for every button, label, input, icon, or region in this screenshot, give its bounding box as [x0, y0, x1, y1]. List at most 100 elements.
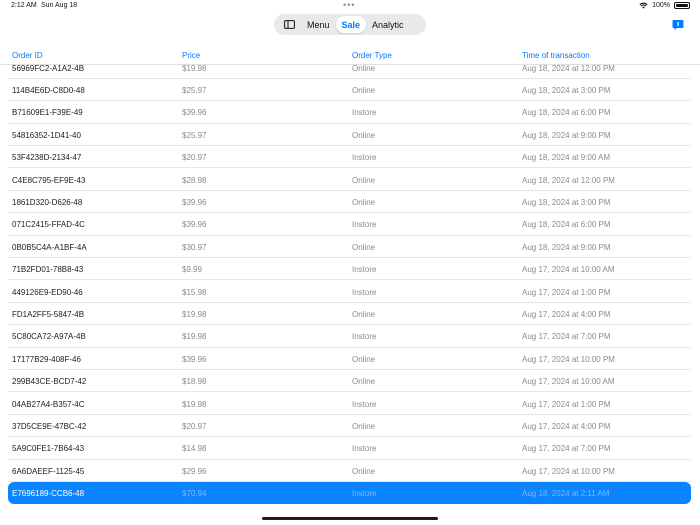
cell-price: $20.97 [182, 153, 207, 163]
table-row-selected[interactable]: E7696189-CCB6-48 $70.94 Instore Aug 18, 202… [8, 482, 691, 505]
cell-price: $18.98 [182, 377, 207, 387]
cell-order-type: Instore [352, 332, 377, 342]
chat-button[interactable] [672, 18, 684, 30]
cell-order-id: FD1A2FF5-5847-4B [12, 309, 85, 319]
cell-order-type: Online [352, 197, 376, 207]
cell-price: $30.97 [182, 242, 207, 252]
wifi-icon [639, 2, 648, 9]
cell-order-type: Instore [352, 265, 377, 275]
cell-order-type: Instore [352, 220, 377, 230]
status-time: 2:12 AM [11, 2, 37, 9]
cell-order-type: Online [352, 85, 376, 95]
cell-price: $28.98 [182, 175, 207, 185]
sidebar-toggle-button[interactable] [277, 16, 301, 33]
cell-time: Aug 17, 2024 at 10:00 PM [522, 354, 615, 364]
cell-time: Aug 18, 2024 at 3:00 PM [522, 85, 611, 95]
cell-price: $39.96 [182, 197, 207, 207]
cell-time: Aug 18, 2024 at 9:00 PM [522, 242, 611, 252]
tab-menu[interactable]: Menu [301, 16, 336, 33]
cell-price: $15.98 [182, 287, 207, 297]
battery-percent: 100% [652, 2, 670, 9]
cell-price: $39.96 [182, 354, 207, 364]
table-row[interactable]: 0B0B5C4A-A1BF-4A $30.97 Online Aug 18, 2024… [8, 236, 691, 259]
cell-order-type: Instore [352, 287, 377, 297]
cell-time: Aug 18, 2024 at 12:00 PM [522, 175, 615, 185]
cell-time: Aug 17, 2024 at 1:00 PM [522, 287, 611, 297]
cell-time: Aug 17, 2024 at 10:00 PM [522, 466, 615, 476]
table-row[interactable]: 53F4238D-2134-47 $20.97 Instore Aug 18, 202… [8, 146, 691, 169]
status-right: 100% [639, 2, 690, 9]
cell-time: Aug 18, 2024 at 9:00 AM [522, 153, 611, 163]
cell-time: Aug 17, 2024 at 1:00 PM [522, 399, 611, 409]
sidebar-icon [283, 20, 295, 29]
table-row[interactable]: C4E8C795-EF9E-43 $28.98 Online Aug 18, 2024… [8, 169, 691, 191]
multitasking-dots-icon[interactable]: ••• [343, 0, 355, 10]
table-row[interactable]: 5C80CA72-A97A-4B $19.98 Instore Aug 17, 202… [8, 325, 691, 348]
cell-price: $19.98 [182, 63, 207, 73]
cell-order-id: 17177B29-408F-46 [12, 354, 81, 364]
cell-order-id: 71B2FD01-78B8-43 [12, 265, 84, 275]
cell-order-id: E7696189-CCB6-48 [12, 489, 85, 499]
cell-order-type: Instore [352, 108, 377, 118]
cell-price: $19.98 [182, 399, 207, 409]
cell-order-id: B71609E1-F39E-49 [12, 108, 83, 118]
table-row[interactable]: 17177B29-408F-46 $39.96 Online Aug 17, 2024… [8, 348, 691, 371]
cell-order-type: Online [352, 130, 376, 140]
cell-order-id: 5C80CA72-A97A-4B [12, 332, 86, 342]
cell-order-type: Online [352, 175, 376, 185]
cell-order-id: C4E8C795-EF9E-43 [12, 175, 86, 185]
cell-order-id: 53F4238D-2134-47 [12, 153, 82, 163]
cell-order-id: 04AB27A4-B357-4C [12, 399, 85, 409]
table-row[interactable]: 071C2415-FFAD-4C $39.96 Instore Aug 18, 202… [8, 213, 691, 236]
cell-order-id: 56969FC2-A1A2-4B [12, 63, 85, 73]
cell-order-type: Online [352, 354, 376, 364]
table-row[interactable]: 04AB27A4-B357-4C $19.98 Instore Aug 17, 202… [8, 393, 691, 415]
table-row[interactable]: 6A6DAEEF-1125-45 $29.96 Online Aug 17, 2024… [8, 460, 691, 483]
view-switcher: Menu Sale Analytic [274, 14, 426, 35]
cell-order-id: 5A9C0FE1-7B64-43 [12, 444, 85, 454]
table-row[interactable]: 449126E9-ED90-46 $15.98 Instore Aug 17, 202… [8, 281, 691, 303]
cell-order-type: Online [352, 466, 376, 476]
cell-order-id: 0B0B5C4A-A1BF-4A [12, 242, 87, 252]
cell-price: $19.98 [182, 332, 207, 342]
cell-order-type: Online [352, 309, 376, 319]
cell-time: Aug 17, 2024 at 4:00 PM [522, 421, 611, 431]
table-row[interactable]: 56969FC2-A1A2-4B $19.98 Online Aug 18, 2024… [8, 58, 691, 79]
orders-table: 56969FC2-A1A2-4B $19.98 Online Aug 18, 2024… [0, 58, 700, 509]
cell-order-type: Online [352, 242, 376, 252]
cell-price: $39.96 [182, 108, 207, 118]
cell-order-id: 37D5CE9E-47BC-42 [12, 421, 87, 431]
cell-time: Aug 17, 2024 at 10:00 AM [522, 377, 615, 387]
cell-order-type: Online [352, 63, 376, 73]
cell-order-id: 1861D320-D626-48 [12, 197, 83, 207]
cell-price: $39.96 [182, 220, 207, 230]
cell-time: Aug 17, 2024 at 7:00 PM [522, 444, 611, 454]
cell-time: Aug 18, 2024 at 6:00 PM [522, 108, 611, 118]
cell-price: $20.97 [182, 421, 207, 431]
cell-order-id: 299B43CE-BCD7-42 [12, 377, 87, 387]
cell-time: Aug 18, 2024 at 9:00 PM [522, 130, 611, 140]
table-row[interactable]: 5A9C0FE1-7B64-43 $14.98 Instore Aug 17, 202… [8, 437, 691, 460]
cell-price: $25.97 [182, 85, 207, 95]
table-row[interactable]: 114B4E6D-C8D0-48 $25.97 Online Aug 18, 2024… [8, 79, 691, 102]
status-date: Sun Aug 18 [41, 2, 78, 9]
cell-time: Aug 17, 2024 at 7:00 PM [522, 332, 611, 342]
cell-order-id: 071C2415-FFAD-4C [12, 220, 85, 230]
table-row[interactable]: B71609E1-F39E-49 $39.96 Instore Aug 18, 202… [8, 101, 691, 124]
home-indicator[interactable] [262, 517, 438, 520]
cell-order-type: Instore [352, 489, 377, 499]
tab-sale[interactable]: Sale [335, 16, 367, 33]
table-row[interactable]: 71B2FD01-78B8-43 $9.99 Instore Aug 17, 2024… [8, 258, 691, 281]
table-row[interactable]: 1861D320-D626-48 $39.96 Online Aug 18, 2024… [8, 191, 691, 214]
battery-icon [674, 2, 690, 9]
chat-icon [672, 20, 684, 30]
table-row[interactable]: 54816352-1D41-40 $25.97 Online Aug 18, 2024… [8, 124, 691, 147]
table-row[interactable]: 37D5CE9E-47BC-42 $20.97 Online Aug 17, 2024… [8, 415, 691, 438]
cell-price: $9.99 [182, 265, 203, 275]
cell-order-type: Instore [352, 444, 377, 454]
table-row[interactable]: 299B43CE-BCD7-42 $18.98 Online Aug 17, 2024… [8, 370, 691, 393]
cell-price: $29.96 [182, 466, 207, 476]
cell-order-type: Instore [352, 153, 377, 163]
table-row[interactable]: FD1A2FF5-5847-4B $19.98 Online Aug 17, 2024… [8, 303, 691, 326]
tab-analytic[interactable]: Analytic [366, 16, 410, 33]
